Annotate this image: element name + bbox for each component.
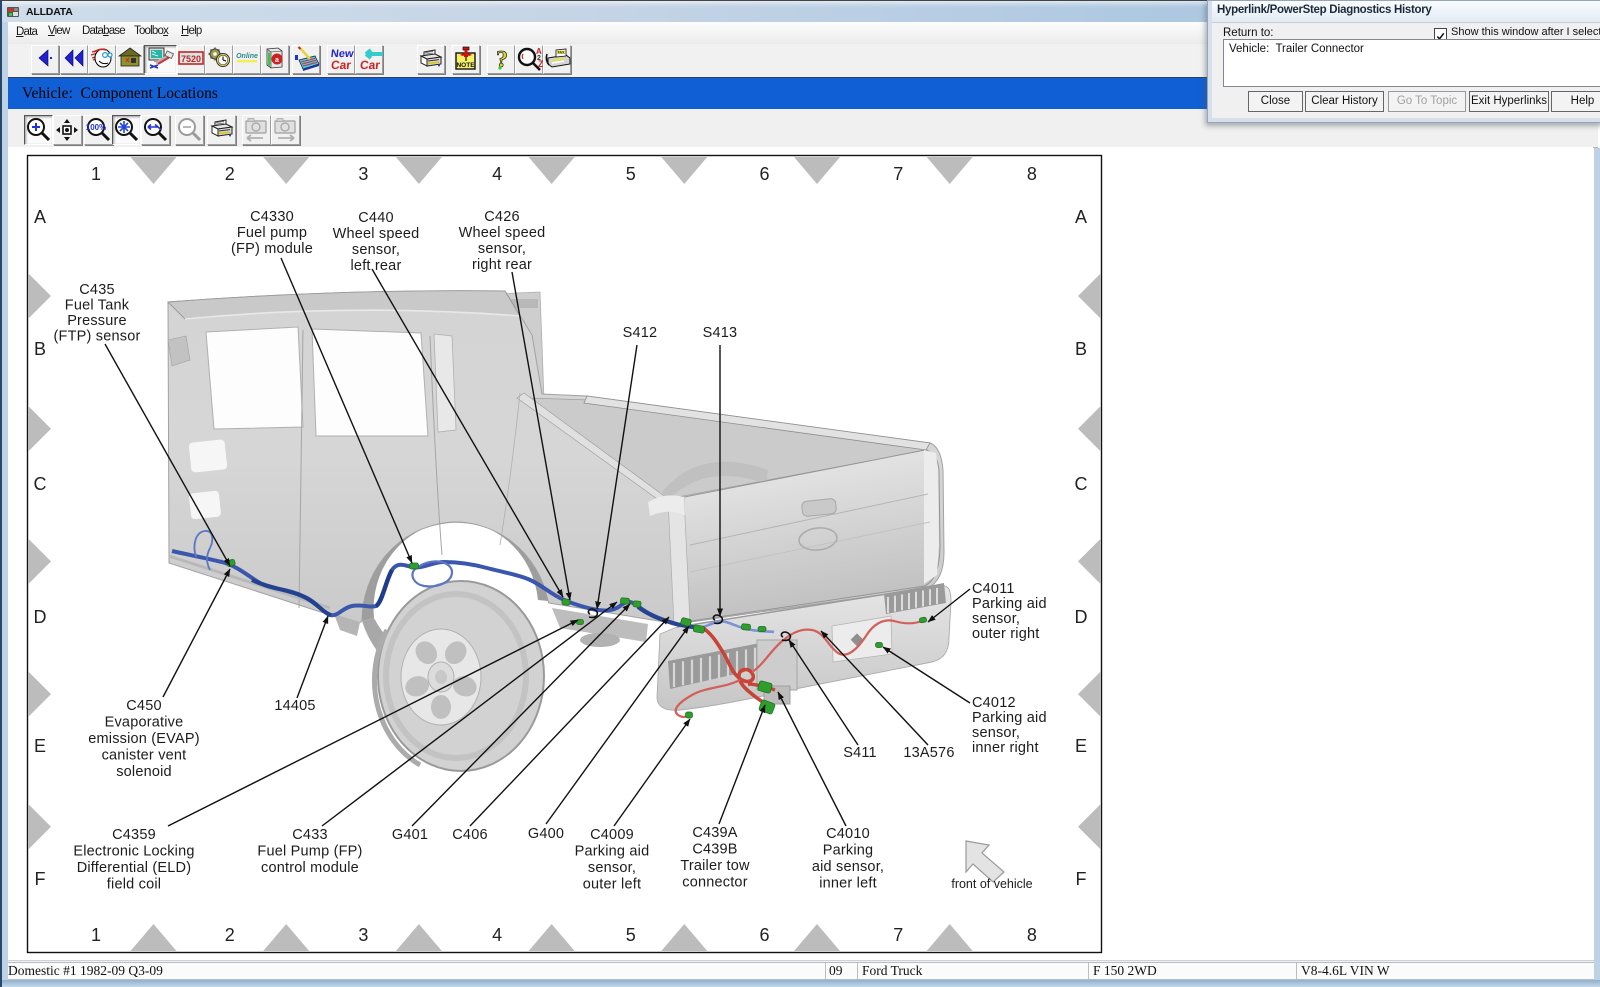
svg-text:D: D — [34, 607, 47, 627]
svg-text:C406: C406 — [452, 827, 487, 843]
svg-text:sensor,: sensor, — [478, 241, 526, 257]
svg-text:canister vent: canister vent — [102, 748, 187, 764]
svg-text:B: B — [1075, 339, 1087, 359]
svg-text:C433: C433 — [292, 827, 327, 843]
svg-text:Car: Car — [359, 58, 381, 72]
svg-text:F: F — [1076, 869, 1087, 889]
svg-text:S411: S411 — [843, 745, 877, 761]
svg-text:3: 3 — [358, 164, 368, 184]
svg-text:Parking: Parking — [823, 843, 874, 859]
svg-text:sensor,: sensor, — [972, 725, 1020, 741]
svg-text:right rear: right rear — [472, 257, 532, 273]
svg-text:Electronic Locking: Electronic Locking — [73, 844, 194, 860]
svg-text:E: E — [1075, 736, 1087, 756]
svg-text:G401: G401 — [392, 827, 428, 843]
svg-text:2: 2 — [225, 925, 235, 945]
svg-text:C4009: C4009 — [590, 827, 634, 843]
svg-text:Parking aid: Parking aid — [972, 710, 1047, 726]
svg-text:Fuel Tank: Fuel Tank — [65, 298, 130, 314]
svg-text:outer left: outer left — [583, 877, 641, 893]
svg-text:C4330: C4330 — [250, 209, 294, 225]
svg-text:sensor,: sensor, — [588, 860, 636, 876]
svg-text:4: 4 — [492, 164, 502, 184]
svg-text:C435: C435 — [79, 282, 114, 298]
svg-text:5: 5 — [626, 164, 636, 184]
svg-text:7: 7 — [893, 925, 903, 945]
svg-text:8: 8 — [1027, 164, 1037, 184]
svg-text:8: 8 — [1027, 925, 1037, 945]
svg-text:13A576: 13A576 — [903, 745, 954, 761]
svg-text:Evaporative: Evaporative — [105, 715, 184, 731]
svg-text:6: 6 — [759, 925, 769, 945]
svg-text:C450: C450 — [126, 698, 161, 714]
svg-text:C440: C440 — [358, 210, 393, 226]
svg-text:(FTP) sensor: (FTP) sensor — [54, 329, 141, 345]
svg-text:Parking aid: Parking aid — [972, 596, 1047, 612]
svg-text:Trailer tow: Trailer tow — [680, 858, 750, 874]
svg-text:E: E — [34, 736, 46, 756]
svg-text:C4010: C4010 — [826, 826, 870, 842]
svg-text:Wheel speed: Wheel speed — [459, 225, 546, 241]
svg-text:Wheel speed: Wheel speed — [333, 226, 420, 242]
svg-text:C4012: C4012 — [972, 695, 1016, 711]
svg-text:sensor,: sensor, — [972, 611, 1020, 627]
svg-text:C: C — [1075, 474, 1088, 494]
svg-text:aid sensor,: aid sensor, — [812, 859, 884, 875]
svg-text:S412: S412 — [623, 325, 658, 341]
svg-text:Differential (ELD): Differential (ELD) — [77, 860, 192, 876]
svg-text:sensor,: sensor, — [352, 242, 400, 258]
svg-text:1: 1 — [91, 164, 101, 184]
svg-text:C4011: C4011 — [972, 581, 1015, 597]
svg-text:emission (EVAP): emission (EVAP) — [88, 731, 200, 747]
svg-text:field coil: field coil — [107, 877, 161, 893]
svg-text:7520: 7520 — [181, 54, 201, 64]
svg-text:G400: G400 — [528, 826, 564, 842]
svg-text:inner left: inner left — [819, 876, 877, 892]
svg-text:5: 5 — [626, 925, 636, 945]
svg-text:(FP) module: (FP) module — [231, 241, 313, 257]
svg-text:6: 6 — [759, 164, 769, 184]
svg-text:D: D — [1075, 607, 1088, 627]
svg-text:Pressure: Pressure — [67, 313, 127, 329]
svg-text:1: 1 — [91, 925, 101, 945]
svg-text:solenoid: solenoid — [116, 764, 172, 780]
svg-text:C: C — [34, 474, 47, 494]
svg-text:connector: connector — [682, 875, 747, 891]
svg-text:7: 7 — [893, 164, 903, 184]
svg-text:?: ? — [496, 47, 508, 72]
svg-text:front of vehicle: front of vehicle — [951, 877, 1032, 891]
svg-text:14405: 14405 — [274, 698, 315, 714]
svg-text:control module: control module — [261, 860, 359, 876]
svg-text:100%: 100% — [86, 123, 106, 132]
svg-text:3: 3 — [358, 925, 368, 945]
svg-text:2: 2 — [225, 164, 235, 184]
svg-text:Car: Car — [330, 58, 352, 72]
svg-text:A: A — [34, 207, 46, 227]
svg-text:FAX: FAX — [558, 51, 565, 55]
svg-text:B: B — [34, 339, 46, 359]
svg-text:Fuel Pump (FP): Fuel Pump (FP) — [257, 844, 362, 860]
svg-text:S413: S413 — [703, 325, 738, 341]
svg-text:Online: Online — [236, 53, 258, 60]
svg-text:C439B: C439B — [692, 842, 737, 858]
svg-text:C426: C426 — [484, 209, 519, 225]
svg-text:Fuel pump: Fuel pump — [237, 225, 307, 241]
svg-text:4: 4 — [492, 925, 502, 945]
svg-text:left rear: left rear — [351, 258, 402, 274]
svg-text:NOTE: NOTE — [456, 62, 475, 69]
svg-text:F: F — [35, 869, 46, 889]
svg-text:outer right: outer right — [972, 626, 1040, 642]
svg-text:Parking aid: Parking aid — [575, 844, 650, 860]
svg-text:A: A — [1075, 207, 1087, 227]
svg-text:C439A: C439A — [692, 825, 737, 841]
svg-text:inner right: inner right — [972, 740, 1039, 756]
svg-text:C4359: C4359 — [112, 827, 156, 843]
svg-text:a: a — [275, 57, 279, 64]
